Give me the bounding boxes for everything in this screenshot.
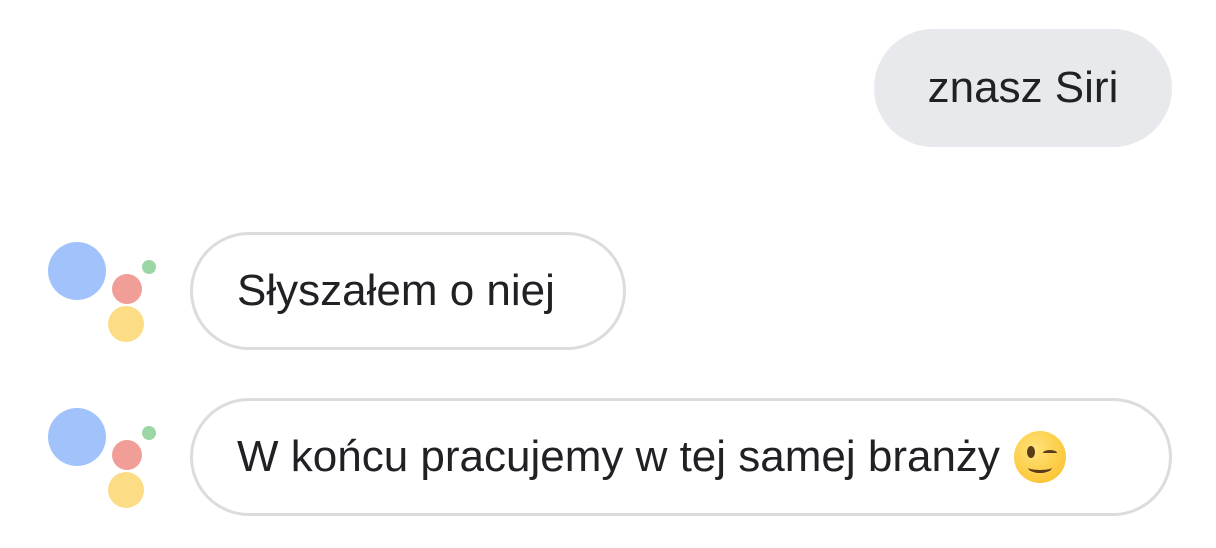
google-assistant-icon bbox=[48, 406, 160, 508]
assistant-logo-yellow-dot bbox=[108, 472, 144, 508]
assistant-message-text: Słyszałem o niej bbox=[237, 266, 555, 315]
assistant-logo-red-dot bbox=[112, 274, 142, 304]
emoji-winking-eye bbox=[1042, 450, 1057, 456]
emoji-open-eye bbox=[1026, 446, 1035, 458]
assistant-logo-green-dot bbox=[142, 426, 156, 440]
assistant-message-text: W końcu pracujemy w tej samej branży bbox=[237, 432, 1000, 481]
assistant-logo-yellow-dot bbox=[108, 306, 144, 342]
user-message-bubble[interactable]: znasz Siri bbox=[874, 29, 1172, 147]
assistant-message-bubble[interactable]: W końcu pracujemy w tej samej branży bbox=[190, 398, 1172, 516]
assistant-message-row: W końcu pracujemy w tej samej branży bbox=[0, 398, 1216, 516]
google-assistant-icon bbox=[48, 240, 160, 342]
assistant-message-bubble[interactable]: Słyszałem o niej bbox=[190, 232, 626, 350]
assistant-logo-blue-dot bbox=[48, 408, 106, 466]
assistant-logo-blue-dot bbox=[48, 242, 106, 300]
assistant-message-row: Słyszałem o niej bbox=[0, 232, 1216, 350]
user-message-text: znasz Siri bbox=[927, 63, 1119, 112]
emoji-mouth bbox=[1027, 462, 1052, 473]
winking-face-emoji-icon bbox=[1013, 431, 1066, 483]
assistant-logo-green-dot bbox=[142, 260, 156, 274]
assistant-logo-red-dot bbox=[112, 440, 142, 470]
